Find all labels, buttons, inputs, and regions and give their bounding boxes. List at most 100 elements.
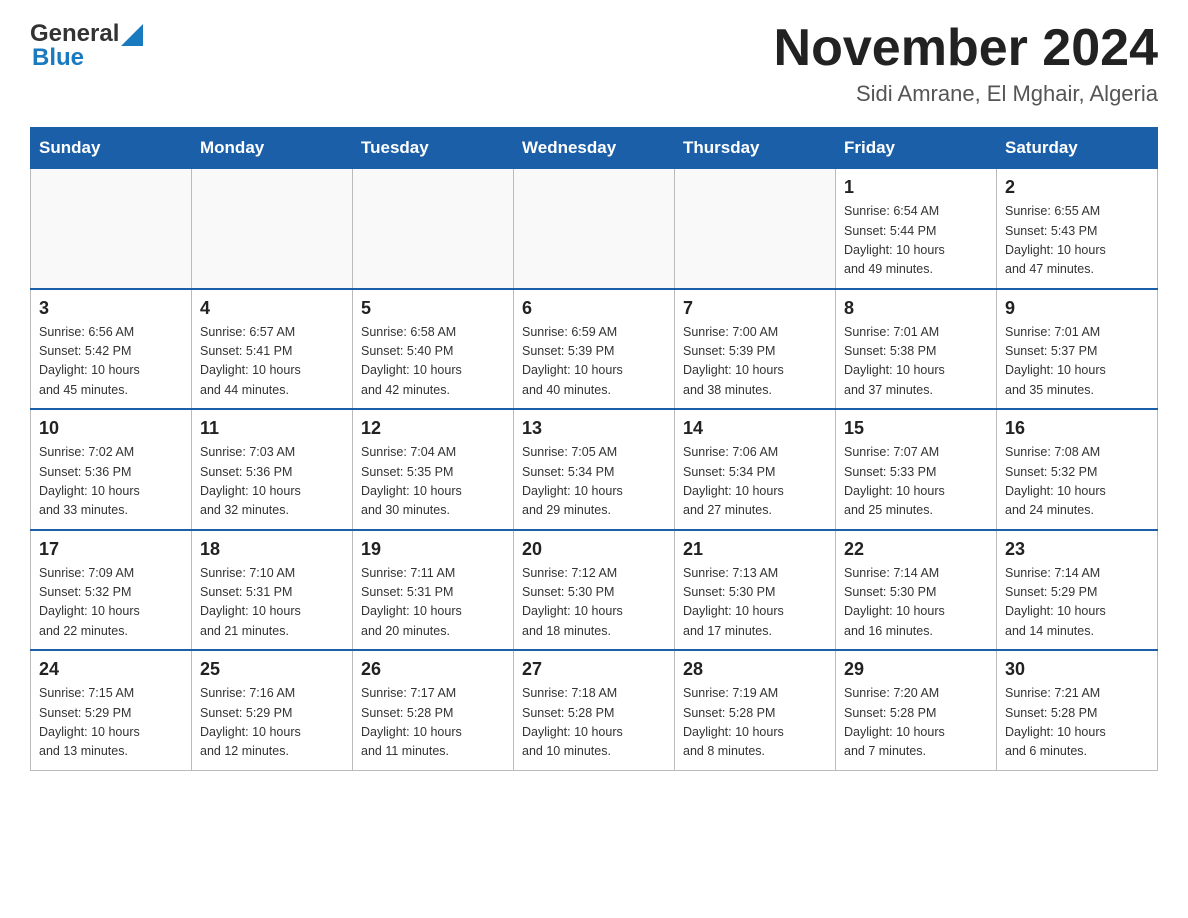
- calendar-cell: 17Sunrise: 7:09 AM Sunset: 5:32 PM Dayli…: [31, 530, 192, 651]
- location-subtitle: Sidi Amrane, El Mghair, Algeria: [774, 81, 1158, 107]
- calendar-cell: 7Sunrise: 7:00 AM Sunset: 5:39 PM Daylig…: [675, 289, 836, 410]
- day-number: 30: [1005, 659, 1149, 680]
- calendar-cell: 22Sunrise: 7:14 AM Sunset: 5:30 PM Dayli…: [836, 530, 997, 651]
- day-info: Sunrise: 7:06 AM Sunset: 5:34 PM Dayligh…: [683, 443, 827, 521]
- calendar-cell: 5Sunrise: 6:58 AM Sunset: 5:40 PM Daylig…: [353, 289, 514, 410]
- day-number: 11: [200, 418, 344, 439]
- weekday-header-tuesday: Tuesday: [353, 128, 514, 169]
- calendar-cell: [675, 169, 836, 289]
- calendar-cell: 4 Sunrise: 6:57 AM Sunset: 5:41 PM Daylig…: [192, 289, 353, 410]
- day-number: 21: [683, 539, 827, 560]
- weekday-header-wednesday: Wednesday: [514, 128, 675, 169]
- day-number: 26: [361, 659, 505, 680]
- day-number: 27: [522, 659, 666, 680]
- day-number: 19: [361, 539, 505, 560]
- calendar-cell: 6 Sunrise: 6:59 AM Sunset: 5:39 PM Daylig…: [514, 289, 675, 410]
- logo-triangle-icon: [121, 24, 143, 46]
- day-info: Sunrise: 6:55 AM Sunset: 5:43 PM Dayligh…: [1005, 202, 1149, 280]
- day-number: 13: [522, 418, 666, 439]
- day-info: Sunrise: 7:02 AM Sunset: 5:36 PM Dayligh…: [39, 443, 183, 521]
- day-info: Sunrise: 7:19 AM Sunset: 5:28 PM Dayligh…: [683, 684, 827, 762]
- calendar-cell: 9 Sunrise: 7:01 AM Sunset: 5:37 PM Daylig…: [997, 289, 1158, 410]
- calendar-cell: 27 Sunrise: 7:18 AM Sunset: 5:28 PM Dayli…: [514, 650, 675, 770]
- weekday-header-saturday: Saturday: [997, 128, 1158, 169]
- calendar-cell: 1 Sunrise: 6:54 AM Sunset: 5:44 PM Daylig…: [836, 169, 997, 289]
- day-info: Sunrise: 6:57 AM Sunset: 5:41 PM Dayligh…: [200, 323, 344, 401]
- day-number: 24: [39, 659, 183, 680]
- weekday-header-monday: Monday: [192, 128, 353, 169]
- day-info: Sunrise: 7:18 AM Sunset: 5:28 PM Dayligh…: [522, 684, 666, 762]
- calendar-cell: 23Sunrise: 7:14 AM Sunset: 5:29 PM Dayli…: [997, 530, 1158, 651]
- day-number: 16: [1005, 418, 1149, 439]
- day-number: 15: [844, 418, 988, 439]
- day-number: 3: [39, 298, 183, 319]
- day-info: Sunrise: 7:20 AM Sunset: 5:28 PM Dayligh…: [844, 684, 988, 762]
- weekday-header-thursday: Thursday: [675, 128, 836, 169]
- day-info: Sunrise: 7:01 AM Sunset: 5:38 PM Dayligh…: [844, 323, 988, 401]
- day-number: 29: [844, 659, 988, 680]
- calendar-cell: 15 Sunrise: 7:07 AM Sunset: 5:33 PM Dayli…: [836, 409, 997, 530]
- logo-blue-text: Blue: [32, 44, 84, 72]
- calendar-cell: 18 Sunrise: 7:10 AM Sunset: 5:31 PM Dayli…: [192, 530, 353, 651]
- title-block: November 2024 Sidi Amrane, El Mghair, Al…: [774, 20, 1158, 107]
- day-info: Sunrise: 7:14 AM Sunset: 5:30 PM Dayligh…: [844, 564, 988, 642]
- day-number: 4: [200, 298, 344, 319]
- day-info: Sunrise: 7:04 AM Sunset: 5:35 PM Dayligh…: [361, 443, 505, 521]
- day-info: Sunrise: 7:21 AM Sunset: 5:28 PM Dayligh…: [1005, 684, 1149, 762]
- calendar-cell: [31, 169, 192, 289]
- day-info: Sunrise: 7:14 AM Sunset: 5:29 PM Dayligh…: [1005, 564, 1149, 642]
- day-number: 9: [1005, 298, 1149, 319]
- calendar-cell: 2Sunrise: 6:55 AM Sunset: 5:43 PM Daylig…: [997, 169, 1158, 289]
- day-number: 20: [522, 539, 666, 560]
- day-info: Sunrise: 7:15 AM Sunset: 5:29 PM Dayligh…: [39, 684, 183, 762]
- calendar-cell: 26 Sunrise: 7:17 AM Sunset: 5:28 PM Dayli…: [353, 650, 514, 770]
- weekday-header-sunday: Sunday: [31, 128, 192, 169]
- day-info: Sunrise: 7:00 AM Sunset: 5:39 PM Dayligh…: [683, 323, 827, 401]
- day-info: Sunrise: 6:59 AM Sunset: 5:39 PM Dayligh…: [522, 323, 666, 401]
- calendar-cell: 24 Sunrise: 7:15 AM Sunset: 5:29 PM Dayli…: [31, 650, 192, 770]
- day-info: Sunrise: 7:11 AM Sunset: 5:31 PM Dayligh…: [361, 564, 505, 642]
- day-number: 17: [39, 539, 183, 560]
- day-number: 6: [522, 298, 666, 319]
- day-number: 10: [39, 418, 183, 439]
- day-number: 1: [844, 177, 988, 198]
- day-info: Sunrise: 7:03 AM Sunset: 5:36 PM Dayligh…: [200, 443, 344, 521]
- weekday-header-friday: Friday: [836, 128, 997, 169]
- calendar-cell: 14 Sunrise: 7:06 AM Sunset: 5:34 PM Dayli…: [675, 409, 836, 530]
- calendar-week-row: 10 Sunrise: 7:02 AM Sunset: 5:36 PM Dayli…: [31, 409, 1158, 530]
- calendar-cell: 19 Sunrise: 7:11 AM Sunset: 5:31 PM Dayli…: [353, 530, 514, 651]
- day-info: Sunrise: 6:58 AM Sunset: 5:40 PM Dayligh…: [361, 323, 505, 401]
- calendar-week-row: 3Sunrise: 6:56 AM Sunset: 5:42 PM Daylig…: [31, 289, 1158, 410]
- calendar-cell: 30 Sunrise: 7:21 AM Sunset: 5:28 PM Dayli…: [997, 650, 1158, 770]
- month-title: November 2024: [774, 20, 1158, 77]
- day-info: Sunrise: 7:17 AM Sunset: 5:28 PM Dayligh…: [361, 684, 505, 762]
- day-info: Sunrise: 7:16 AM Sunset: 5:29 PM Dayligh…: [200, 684, 344, 762]
- day-info: Sunrise: 7:10 AM Sunset: 5:31 PM Dayligh…: [200, 564, 344, 642]
- day-info: Sunrise: 7:01 AM Sunset: 5:37 PM Dayligh…: [1005, 323, 1149, 401]
- day-number: 14: [683, 418, 827, 439]
- weekday-header-row: SundayMondayTuesdayWednesdayThursdayFrid…: [31, 128, 1158, 169]
- calendar-table: SundayMondayTuesdayWednesdayThursdayFrid…: [30, 127, 1158, 771]
- calendar-cell: 28 Sunrise: 7:19 AM Sunset: 5:28 PM Dayli…: [675, 650, 836, 770]
- day-number: 25: [200, 659, 344, 680]
- calendar-cell: 13 Sunrise: 7:05 AM Sunset: 5:34 PM Dayli…: [514, 409, 675, 530]
- day-info: Sunrise: 7:07 AM Sunset: 5:33 PM Dayligh…: [844, 443, 988, 521]
- calendar-cell: 10 Sunrise: 7:02 AM Sunset: 5:36 PM Dayli…: [31, 409, 192, 530]
- day-info: Sunrise: 7:13 AM Sunset: 5:30 PM Dayligh…: [683, 564, 827, 642]
- calendar-cell: [192, 169, 353, 289]
- calendar-cell: 20 Sunrise: 7:12 AM Sunset: 5:30 PM Dayli…: [514, 530, 675, 651]
- day-number: 8: [844, 298, 988, 319]
- day-info: Sunrise: 7:05 AM Sunset: 5:34 PM Dayligh…: [522, 443, 666, 521]
- calendar-cell: 25 Sunrise: 7:16 AM Sunset: 5:29 PM Dayli…: [192, 650, 353, 770]
- calendar-cell: [353, 169, 514, 289]
- calendar-week-row: 17Sunrise: 7:09 AM Sunset: 5:32 PM Dayli…: [31, 530, 1158, 651]
- logo: General Blue: [30, 20, 143, 72]
- day-number: 18: [200, 539, 344, 560]
- calendar-cell: 8 Sunrise: 7:01 AM Sunset: 5:38 PM Daylig…: [836, 289, 997, 410]
- day-info: Sunrise: 7:12 AM Sunset: 5:30 PM Dayligh…: [522, 564, 666, 642]
- day-info: Sunrise: 7:08 AM Sunset: 5:32 PM Dayligh…: [1005, 443, 1149, 521]
- day-info: Sunrise: 6:54 AM Sunset: 5:44 PM Dayligh…: [844, 202, 988, 280]
- calendar-cell: [514, 169, 675, 289]
- day-number: 12: [361, 418, 505, 439]
- day-number: 28: [683, 659, 827, 680]
